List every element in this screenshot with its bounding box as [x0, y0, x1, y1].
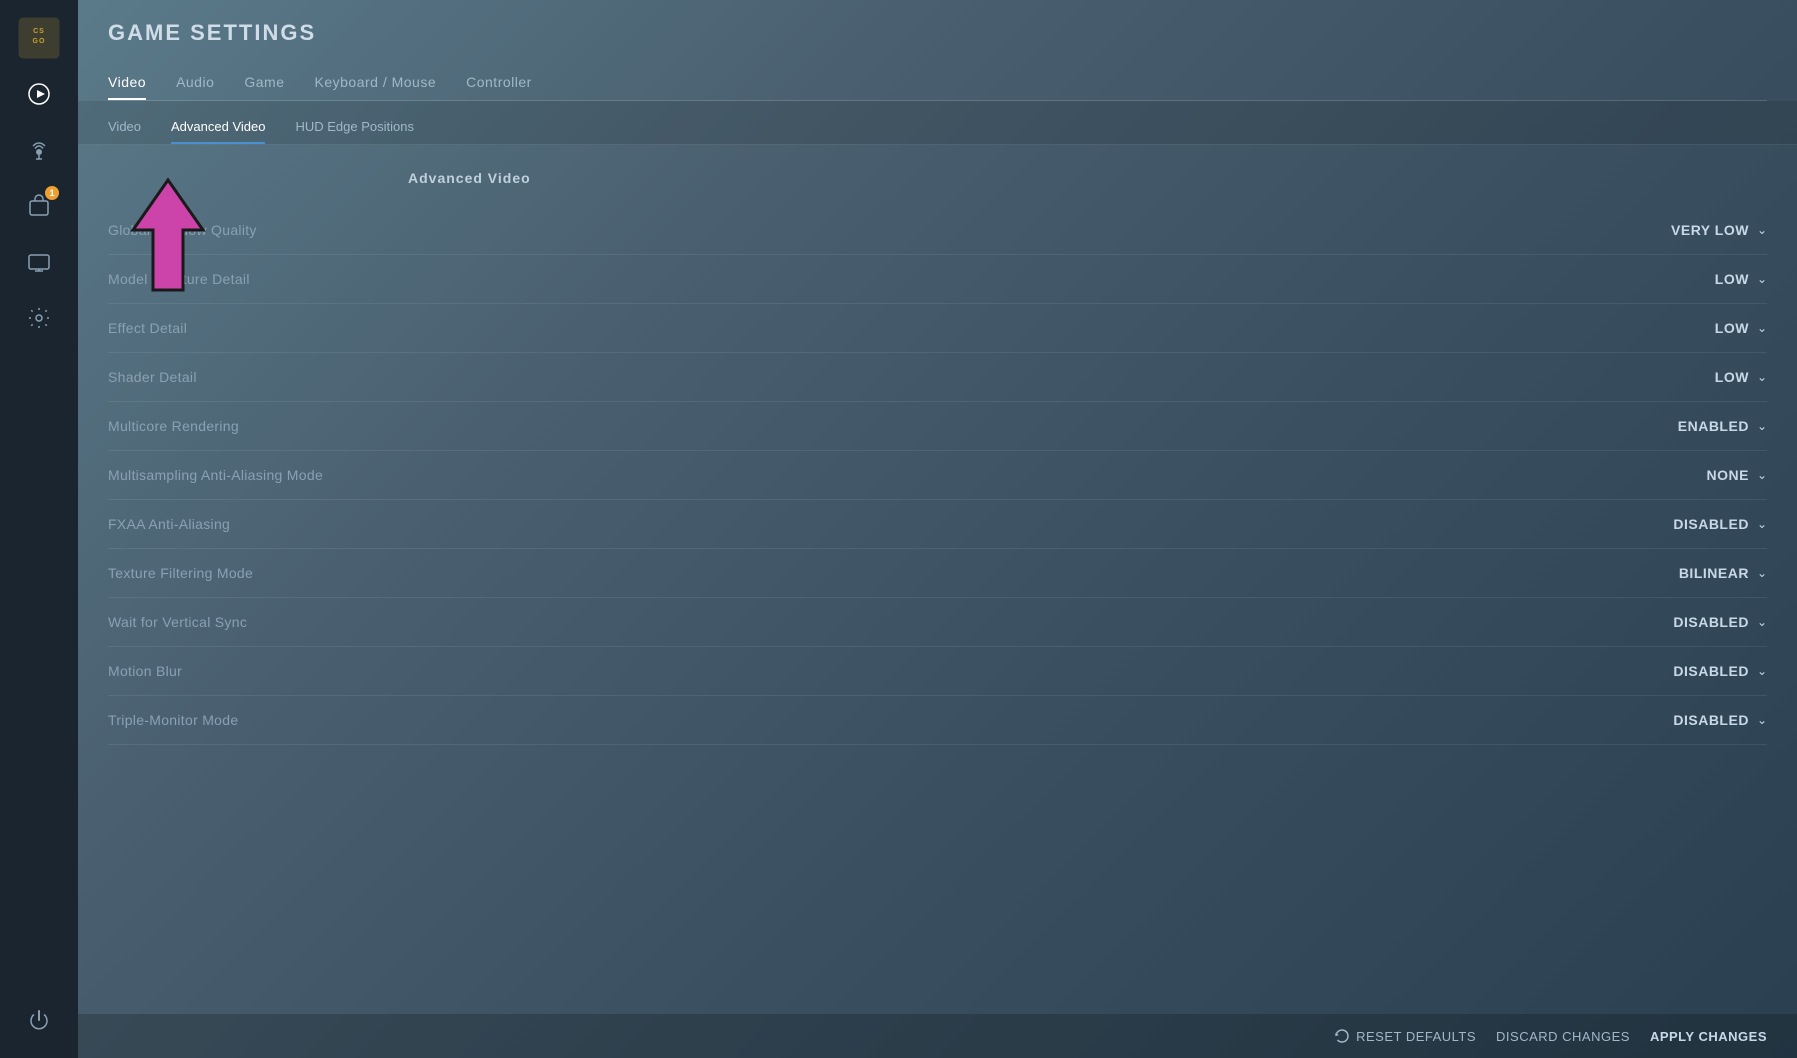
chevron-down-icon: ⌄: [1757, 272, 1767, 286]
setting-label-multisampling: Multisampling Anti-Aliasing Mode: [108, 467, 323, 483]
reset-icon: [1334, 1028, 1350, 1044]
setting-row-triple-monitor: Triple-Monitor Mode DISABLED ⌄: [108, 696, 1767, 745]
setting-dropdown-global-shadow[interactable]: VERY LOW ⌄: [1607, 222, 1767, 238]
settings-gear-icon[interactable]: [17, 296, 61, 340]
broadcast-icon[interactable]: [17, 128, 61, 172]
setting-row-vsync: Wait for Vertical Sync DISABLED ⌄: [108, 598, 1767, 647]
setting-value-shader-detail: LOW: [1715, 369, 1749, 385]
svg-text:CS: CS: [33, 28, 45, 35]
secondary-tabs: Video Advanced Video HUD Edge Positions: [78, 101, 1797, 145]
setting-label-fxaa: FXAA Anti-Aliasing: [108, 516, 230, 532]
setting-dropdown-multisampling[interactable]: NONE ⌄: [1607, 467, 1767, 483]
setting-dropdown-effect-detail[interactable]: LOW ⌄: [1607, 320, 1767, 336]
setting-label-vsync: Wait for Vertical Sync: [108, 614, 247, 630]
setting-row-multisampling: Multisampling Anti-Aliasing Mode NONE ⌄: [108, 451, 1767, 500]
setting-value-motion-blur: DISABLED: [1673, 663, 1749, 679]
chevron-down-icon: ⌄: [1757, 419, 1767, 433]
setting-row-shader-detail: Shader Detail LOW ⌄: [108, 353, 1767, 402]
subtab-advanced-video[interactable]: Advanced Video: [171, 111, 265, 144]
setting-label-motion-blur: Motion Blur: [108, 663, 182, 679]
setting-value-multisampling: NONE: [1706, 467, 1748, 483]
setting-label-effect-detail: Effect Detail: [108, 320, 187, 336]
chevron-down-icon: ⌄: [1757, 321, 1767, 335]
setting-value-triple-monitor: DISABLED: [1673, 712, 1749, 728]
chevron-down-icon: ⌄: [1757, 615, 1767, 629]
page-title: GAME SETTINGS: [108, 20, 1767, 46]
tab-keyboard-mouse[interactable]: Keyboard / Mouse: [315, 66, 437, 100]
section-title: Advanced Video: [408, 170, 1767, 186]
setting-row-model-texture: Model / Texture Detail LOW ⌄: [108, 255, 1767, 304]
setting-dropdown-shader-detail[interactable]: LOW ⌄: [1607, 369, 1767, 385]
header: GAME SETTINGS Video Audio Game Keyboard …: [78, 0, 1797, 101]
setting-label-shader-detail: Shader Detail: [108, 369, 197, 385]
setting-label-texture-filtering: Texture Filtering Mode: [108, 565, 253, 581]
watch-icon[interactable]: [17, 240, 61, 284]
setting-row-effect-detail: Effect Detail LOW ⌄: [108, 304, 1767, 353]
setting-dropdown-fxaa[interactable]: DISABLED ⌄: [1607, 516, 1767, 532]
power-icon[interactable]: [17, 998, 61, 1042]
content-area: Advanced Video Global Shadow Quality VER…: [78, 145, 1797, 1014]
chevron-down-icon: ⌄: [1757, 664, 1767, 678]
inventory-icon[interactable]: 1: [17, 184, 61, 228]
footer: RESET DEFAULTS DISCARD CHANGES APPLY CHA…: [78, 1014, 1797, 1058]
svg-text:GO: GO: [33, 38, 46, 45]
chevron-down-icon: ⌄: [1757, 370, 1767, 384]
chevron-down-icon: ⌄: [1757, 468, 1767, 482]
setting-row-texture-filtering: Texture Filtering Mode BILINEAR ⌄: [108, 549, 1767, 598]
inventory-badge: 1: [45, 186, 59, 200]
setting-row-multicore: Multicore Rendering ENABLED ⌄: [108, 402, 1767, 451]
tab-audio[interactable]: Audio: [176, 66, 214, 100]
settings-list: Global Shadow Quality VERY LOW ⌄ Model /…: [108, 206, 1767, 745]
setting-label-triple-monitor: Triple-Monitor Mode: [108, 712, 238, 728]
setting-value-fxaa: DISABLED: [1673, 516, 1749, 532]
tab-game[interactable]: Game: [244, 66, 284, 100]
reset-defaults-button[interactable]: RESET DEFAULTS: [1334, 1028, 1476, 1044]
setting-row-fxaa: FXAA Anti-Aliasing DISABLED ⌄: [108, 500, 1767, 549]
setting-value-multicore: ENABLED: [1678, 418, 1749, 434]
setting-row-global-shadow: Global Shadow Quality VERY LOW ⌄: [108, 206, 1767, 255]
sidebar: CS GO 1: [0, 0, 78, 1058]
csgo-logo: CS GO: [17, 16, 61, 60]
setting-dropdown-motion-blur[interactable]: DISABLED ⌄: [1607, 663, 1767, 679]
chevron-down-icon: ⌄: [1757, 517, 1767, 531]
setting-value-model-texture: LOW: [1715, 271, 1749, 287]
setting-value-texture-filtering: BILINEAR: [1679, 565, 1749, 581]
setting-dropdown-vsync[interactable]: DISABLED ⌄: [1607, 614, 1767, 630]
setting-value-effect-detail: LOW: [1715, 320, 1749, 336]
arrow-annotation: [128, 175, 208, 295]
apply-changes-button[interactable]: APPLY CHANGES: [1650, 1029, 1767, 1044]
tab-controller[interactable]: Controller: [466, 66, 532, 100]
subtab-hud-edge[interactable]: HUD Edge Positions: [295, 111, 414, 144]
setting-value-global-shadow: VERY LOW: [1671, 222, 1749, 238]
primary-tabs: Video Audio Game Keyboard / Mouse Contro…: [108, 66, 1767, 101]
chevron-down-icon: ⌄: [1757, 223, 1767, 237]
setting-dropdown-triple-monitor[interactable]: DISABLED ⌄: [1607, 712, 1767, 728]
chevron-down-icon: ⌄: [1757, 566, 1767, 580]
setting-value-vsync: DISABLED: [1673, 614, 1749, 630]
setting-dropdown-multicore[interactable]: ENABLED ⌄: [1607, 418, 1767, 434]
setting-row-motion-blur: Motion Blur DISABLED ⌄: [108, 647, 1767, 696]
discard-changes-button[interactable]: DISCARD CHANGES: [1496, 1029, 1630, 1044]
tab-video[interactable]: Video: [108, 66, 146, 100]
main-content: GAME SETTINGS Video Audio Game Keyboard …: [78, 0, 1797, 1058]
play-icon[interactable]: [17, 72, 61, 116]
setting-label-multicore: Multicore Rendering: [108, 418, 239, 434]
setting-dropdown-model-texture[interactable]: LOW ⌄: [1607, 271, 1767, 287]
subtab-video[interactable]: Video: [108, 111, 141, 144]
setting-dropdown-texture-filtering[interactable]: BILINEAR ⌄: [1607, 565, 1767, 581]
chevron-down-icon: ⌄: [1757, 713, 1767, 727]
